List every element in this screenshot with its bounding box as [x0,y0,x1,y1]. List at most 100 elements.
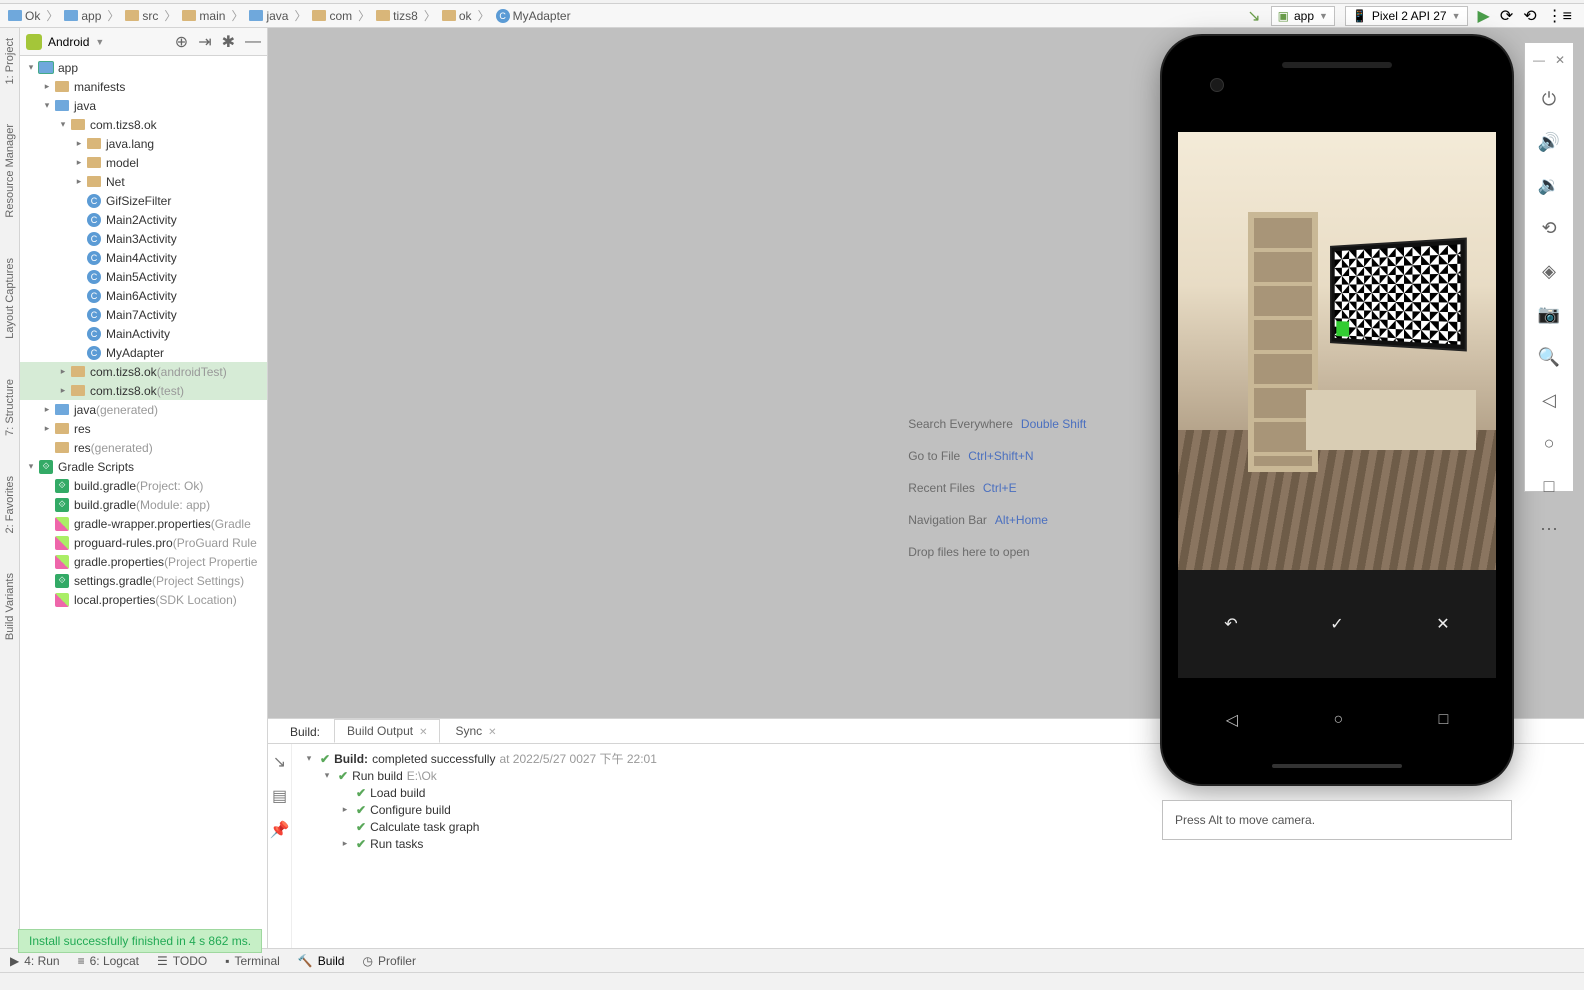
tool-tab[interactable]: 1: Project [4,38,16,84]
emu-rotate-left-icon[interactable]: ⟲ [1541,218,1556,239]
emu-volume-down-icon[interactable]: 🔉 [1538,175,1560,196]
more-icon[interactable]: ⋮≡ [1547,6,1572,26]
collapse-icon[interactable]: ⇥ [198,32,211,52]
device-combo-label: Pixel 2 API 27 [1372,9,1447,23]
breadcrumb-item[interactable]: Ok [4,9,44,23]
tool-tab[interactable]: Layout Captures [4,258,16,339]
run-icon[interactable]: ▶ [1478,6,1490,26]
tree-node[interactable]: CMain2Activity [20,210,267,229]
camera-retake-button[interactable]: ↶ [1224,614,1237,634]
android-icon [26,34,42,50]
bottom-tab[interactable]: ≡6: Logcat [78,954,139,968]
build-restart-icon[interactable]: ↘ [273,752,286,772]
tree-node[interactable]: CMainActivity [20,324,267,343]
breadcrumb-item[interactable]: ok [438,9,476,23]
bottom-tool-tabs: Install successfully finished in 4 s 862… [0,948,1584,972]
tree-node[interactable]: ▸Net [20,172,267,191]
tree-node[interactable]: CMyAdapter [20,343,267,362]
tree-node[interactable]: CMain7Activity [20,305,267,324]
tree-node[interactable]: proguard-rules.pro (ProGuard Rule [20,533,267,552]
run-config-combo[interactable]: ▣ app ▼ [1271,6,1335,26]
hide-icon[interactable]: — [245,33,261,51]
bottom-tab[interactable]: ◷Profiler [362,954,416,968]
dropdown-icon[interactable]: ▼ [95,37,104,47]
build-pin-icon[interactable]: 📌 [270,820,290,840]
rerun-icon[interactable]: ⟳ [1500,6,1513,26]
nav-recent-icon[interactable]: □ [1439,711,1449,729]
tree-node[interactable]: res (generated) [20,438,267,457]
locate-icon[interactable]: ⊕ [175,32,188,52]
build-node[interactable]: ✔ Load build [302,784,1574,801]
tree-node[interactable]: ▸model [20,153,267,172]
emu-home-icon[interactable]: ○ [1544,433,1555,454]
project-tree[interactable]: ▾app▸manifests▾java▾com.tizs8.ok▸java.la… [20,56,267,948]
settings-icon[interactable]: ✱ [222,32,235,52]
bottom-tab[interactable]: 🔨Build [298,954,345,968]
emu-power-icon[interactable]: ⏻ [1542,89,1556,110]
tree-node[interactable]: ▸java (generated) [20,400,267,419]
tree-node[interactable]: gradle.properties (Project Propertie [20,552,267,571]
phone-frame: ↶ ✓ ✕ ◁ ○ □ [1162,36,1512,784]
tree-node[interactable]: ⟐build.gradle (Project: Ok) [20,476,267,495]
emu-volume-up-icon[interactable]: 🔊 [1538,132,1560,153]
tree-node[interactable]: gradle-wrapper.properties (Gradle [20,514,267,533]
tree-node[interactable]: CMain6Activity [20,286,267,305]
emulator-window: ↶ ✓ ✕ ◁ ○ □ [1162,36,1512,784]
emu-overview-icon[interactable]: □ [1544,476,1555,497]
bottom-tab[interactable]: ▶4: Run [10,954,60,968]
tree-node[interactable]: local.properties (SDK Location) [20,590,267,609]
restart-icon[interactable]: ⟲ [1523,6,1536,26]
tree-node[interactable]: ▾⟐Gradle Scripts [20,457,267,476]
camera-preview [1178,132,1496,570]
emu-more-icon[interactable]: ⋯ [1540,519,1558,540]
tool-tab[interactable]: Resource Manager [4,124,16,218]
phone-camera [1210,78,1224,92]
tree-node[interactable]: ▸res [20,419,267,438]
emu-zoom-icon[interactable]: 🔍 [1538,347,1560,368]
breadcrumb-item[interactable]: app [60,9,105,23]
tree-node[interactable]: CMain3Activity [20,229,267,248]
tree-node[interactable]: ▸manifests [20,77,267,96]
emulator-minimize-icon[interactable]: — [1533,53,1545,67]
build-filter-icon[interactable]: ▤ [272,786,287,806]
tool-tab[interactable]: Build Variants [4,573,16,640]
tree-node[interactable]: ▾app [20,58,267,77]
bottom-tab[interactable]: ☰TODO [157,954,207,968]
scene-tv [1330,237,1467,351]
device-combo[interactable]: 📱 Pixel 2 API 27 ▼ [1345,6,1468,26]
tree-node[interactable]: CMain5Activity [20,267,267,286]
breadcrumb-item[interactable]: tizs8 [372,9,422,23]
tree-node[interactable]: ▾java [20,96,267,115]
build-tab[interactable]: Build Output✕ [334,719,440,743]
tool-tab[interactable]: 7: Structure [4,379,16,436]
editor-hint: Recent FilesCtrl+E [908,481,1086,495]
emu-rotate-right-icon[interactable]: ◈ [1542,261,1556,282]
camera-cancel-button[interactable]: ✕ [1436,614,1449,634]
install-toast: Install successfully finished in 4 s 862… [18,929,262,953]
tree-node[interactable]: ⟐settings.gradle (Project Settings) [20,571,267,590]
nav-back-icon[interactable]: ◁ [1226,710,1238,730]
breadcrumb-item[interactable]: main [178,9,229,23]
tree-node[interactable]: ▸com.tizs8.ok (androidTest) [20,362,267,381]
nav-home-icon[interactable]: ○ [1333,711,1343,729]
build-tab[interactable]: Sync✕ [442,719,509,743]
breadcrumb-item[interactable]: src [121,9,162,23]
bottom-tab[interactable]: ▪Terminal [225,954,280,968]
tree-node[interactable]: ▸com.tizs8.ok (test) [20,381,267,400]
tree-node[interactable]: ▾com.tizs8.ok [20,115,267,134]
camera-confirm-button[interactable]: ✓ [1330,614,1343,634]
breadcrumbs: Ok〉app〉src〉main〉java〉com〉tizs8〉ok〉CMyAda… [4,7,575,24]
emu-back-icon[interactable]: ◁ [1542,390,1556,411]
tree-node[interactable]: ⟐build.gradle (Module: app) [20,495,267,514]
tree-node[interactable]: CMain4Activity [20,248,267,267]
tree-node[interactable]: ▸java.lang [20,134,267,153]
sync-icon[interactable]: ↘ [1247,6,1260,26]
emulator-close-icon[interactable]: ✕ [1555,53,1565,67]
breadcrumb-item[interactable]: java [245,9,292,23]
phone-screen[interactable]: ↶ ✓ ✕ [1178,132,1496,678]
breadcrumb-item[interactable]: CMyAdapter [492,9,575,23]
tool-tab[interactable]: 2: Favorites [4,476,16,533]
breadcrumb-item[interactable]: com [308,9,356,23]
emu-screenshot-icon[interactable]: 📷 [1538,304,1560,325]
tree-node[interactable]: CGifSizeFilter [20,191,267,210]
